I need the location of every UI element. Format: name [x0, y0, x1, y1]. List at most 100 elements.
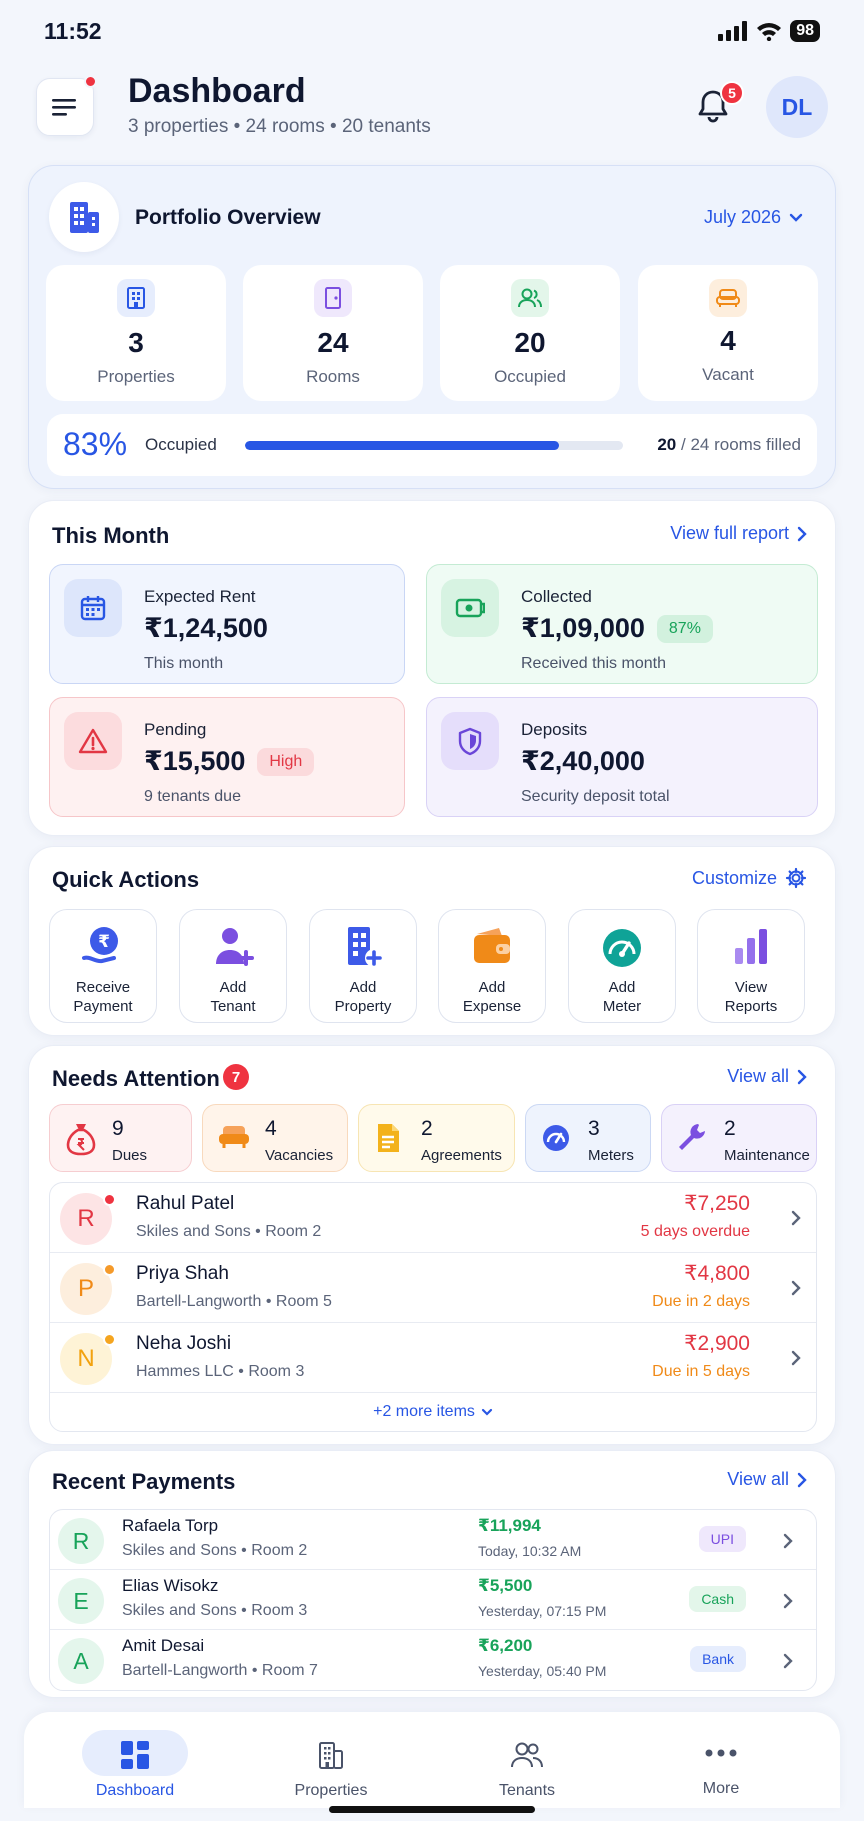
period-selector[interactable]: July 2026	[704, 207, 803, 228]
nav-properties[interactable]: Properties	[246, 1724, 416, 1800]
chip-vacancies[interactable]: 4 Vacancies	[202, 1104, 348, 1172]
chevron-right-icon	[797, 1069, 807, 1084]
nav-dashboard[interactable]: Dashboard	[50, 1724, 220, 1800]
property-name: Bartell-Langworth	[122, 1662, 248, 1679]
add-expense-button[interactable]: Add Expense	[438, 909, 546, 1023]
calendar-icon	[64, 579, 122, 637]
label-line-2: Meter	[602, 998, 642, 1015]
customize-link[interactable]: Customize	[692, 867, 807, 889]
customize-label: Customize	[691, 867, 777, 888]
payer-name: Amit Desai	[122, 1636, 205, 1655]
room-name: Room 7	[261, 1662, 318, 1679]
view-full-report-link[interactable]: View full report	[670, 523, 807, 544]
stat-vacant[interactable]: 4 Vacant	[638, 265, 818, 401]
tile-title: Deposits	[521, 720, 588, 739]
chip-count: 4	[265, 1117, 277, 1140]
status-dot	[103, 1333, 116, 1346]
stat-properties[interactable]: 3 Properties	[46, 265, 226, 401]
list-item[interactable]: P Priya Shah Bartell-Langworth • Room 5 …	[50, 1253, 816, 1323]
status-dot	[103, 1263, 116, 1276]
label-line-1: Add	[219, 979, 247, 996]
deposits-tile[interactable]: Deposits ₹2,40,000 Security deposit tota…	[426, 697, 818, 817]
payment-method-badge: UPI	[698, 1526, 746, 1552]
due-status: 5 days overdue	[640, 1223, 750, 1240]
expected-rent-tile[interactable]: Expected Rent ₹1,24,500 This month	[49, 564, 405, 684]
tenant-location: Hammes LLC • Room 3	[136, 1363, 305, 1380]
status-dot	[103, 1193, 116, 1206]
wrench-icon	[676, 1121, 708, 1153]
stat-rooms[interactable]: 24 Rooms	[243, 265, 423, 401]
portfolio-overview-title: Portfolio Overview	[135, 206, 321, 229]
add-tenant-button[interactable]: Add Tenant	[179, 909, 287, 1023]
bar-chart-icon	[698, 924, 804, 970]
recent-payments-title: Recent Payments	[52, 1469, 236, 1494]
list-item[interactable]: N Neha Joshi Hammes LLC • Room 3 ₹2,900 …	[50, 1323, 816, 1393]
notification-badge: 5	[720, 81, 744, 105]
room-name: Room 5	[275, 1293, 332, 1310]
tile-value: ₹15,500 High	[144, 746, 315, 777]
chevron-right-icon	[783, 1653, 793, 1669]
due-status: Due in 2 days	[652, 1293, 750, 1310]
payment-time: Yesterday, 05:40 PM	[478, 1663, 607, 1679]
chip-maintenance[interactable]: 2 Maintenance	[661, 1104, 817, 1172]
label-line-2: Reports	[724, 998, 778, 1015]
sofa-icon	[709, 279, 747, 317]
stat-label: Occupied	[494, 367, 566, 386]
chip-label: Agreements	[421, 1147, 502, 1164]
chip-dues[interactable]: 9 Dues	[49, 1104, 192, 1172]
tenant-location: Bartell-Langworth • Room 5	[136, 1293, 332, 1310]
user-avatar[interactable]: DL	[766, 76, 828, 138]
payment-method-badge: Cash	[689, 1586, 746, 1612]
table-row[interactable]: A Amit Desai Bartell-Langworth • Room 7 …	[50, 1630, 816, 1690]
nav-label: More	[702, 1780, 740, 1797]
due-amount: ₹7,250	[684, 1192, 750, 1215]
needs-attention-card: Needs Attention 7 View all 9 Dues 4 Vaca…	[28, 1045, 836, 1445]
building-icon	[49, 182, 119, 252]
rooms-filled: 20 / 24 rooms filled	[657, 435, 801, 455]
collected-tile[interactable]: Collected ₹1,09,000 87% Received this mon…	[426, 564, 818, 684]
stat-label: Vacant	[702, 365, 754, 384]
payments-view-all-link[interactable]: View all	[727, 1469, 807, 1490]
receive-payment-button[interactable]: ₹ Receive Payment	[49, 909, 157, 1023]
menu-button[interactable]	[36, 75, 97, 136]
nav-more[interactable]: More	[636, 1724, 806, 1800]
bottom-nav: Dashboard Properties Tenants More	[24, 1712, 840, 1808]
attention-count-badge: 7	[223, 1064, 249, 1090]
sofa-icon	[217, 1121, 251, 1151]
dashboard-icon	[50, 1740, 220, 1770]
rooms-filled-total: / 24 rooms filled	[681, 435, 801, 454]
chip-agreements[interactable]: 2 Agreements	[358, 1104, 515, 1172]
more-items-button[interactable]: +2 more items	[50, 1403, 816, 1421]
chip-meters[interactable]: 3 Meters	[525, 1104, 651, 1172]
attention-view-all-link[interactable]: View all	[727, 1066, 807, 1087]
menu-icon	[52, 99, 76, 116]
signal-icon	[718, 21, 748, 41]
occupancy-percent: 83%	[63, 426, 128, 462]
label-line-2: Expense	[462, 998, 522, 1015]
tile-title: Pending	[144, 720, 207, 739]
this-month-title: This Month	[52, 523, 170, 548]
add-property-button[interactable]: Add Property	[309, 909, 417, 1023]
property-name: Hammes LLC	[136, 1363, 234, 1380]
add-meter-button[interactable]: Add Meter	[568, 909, 676, 1023]
table-row[interactable]: E Elias Wisokz Skiles and Sons • Room 3 …	[50, 1570, 816, 1630]
list-item[interactable]: R Rahul Patel Skiles and Sons • Room 2 ₹…	[50, 1183, 816, 1253]
stat-occupied[interactable]: 20 Occupied	[440, 265, 620, 401]
cash-icon	[441, 579, 499, 637]
table-row[interactable]: R Rafaela Torp Skiles and Sons • Room 2 …	[50, 1510, 816, 1570]
quick-action-label: Add Property	[310, 978, 416, 1016]
property-name: Skiles and Sons	[122, 1602, 237, 1619]
tenant-location: Skiles and Sons • Room 2	[136, 1223, 322, 1240]
chevron-right-icon	[791, 1280, 801, 1296]
pending-tile[interactable]: Pending ₹15,500 High 9 tenants due	[49, 697, 405, 817]
page-subtitle: 3 properties • 24 rooms • 20 tenants	[128, 116, 431, 137]
stat-label: Properties	[97, 367, 175, 386]
nav-tenants[interactable]: Tenants	[442, 1724, 612, 1800]
view-reports-button[interactable]: View Reports	[697, 909, 805, 1023]
avatar: E	[58, 1578, 104, 1624]
label-line-2: Tenant	[210, 998, 256, 1015]
warning-icon	[64, 712, 122, 770]
building-icon	[246, 1740, 416, 1770]
gauge-icon	[540, 1121, 572, 1153]
building-icon	[117, 279, 155, 317]
